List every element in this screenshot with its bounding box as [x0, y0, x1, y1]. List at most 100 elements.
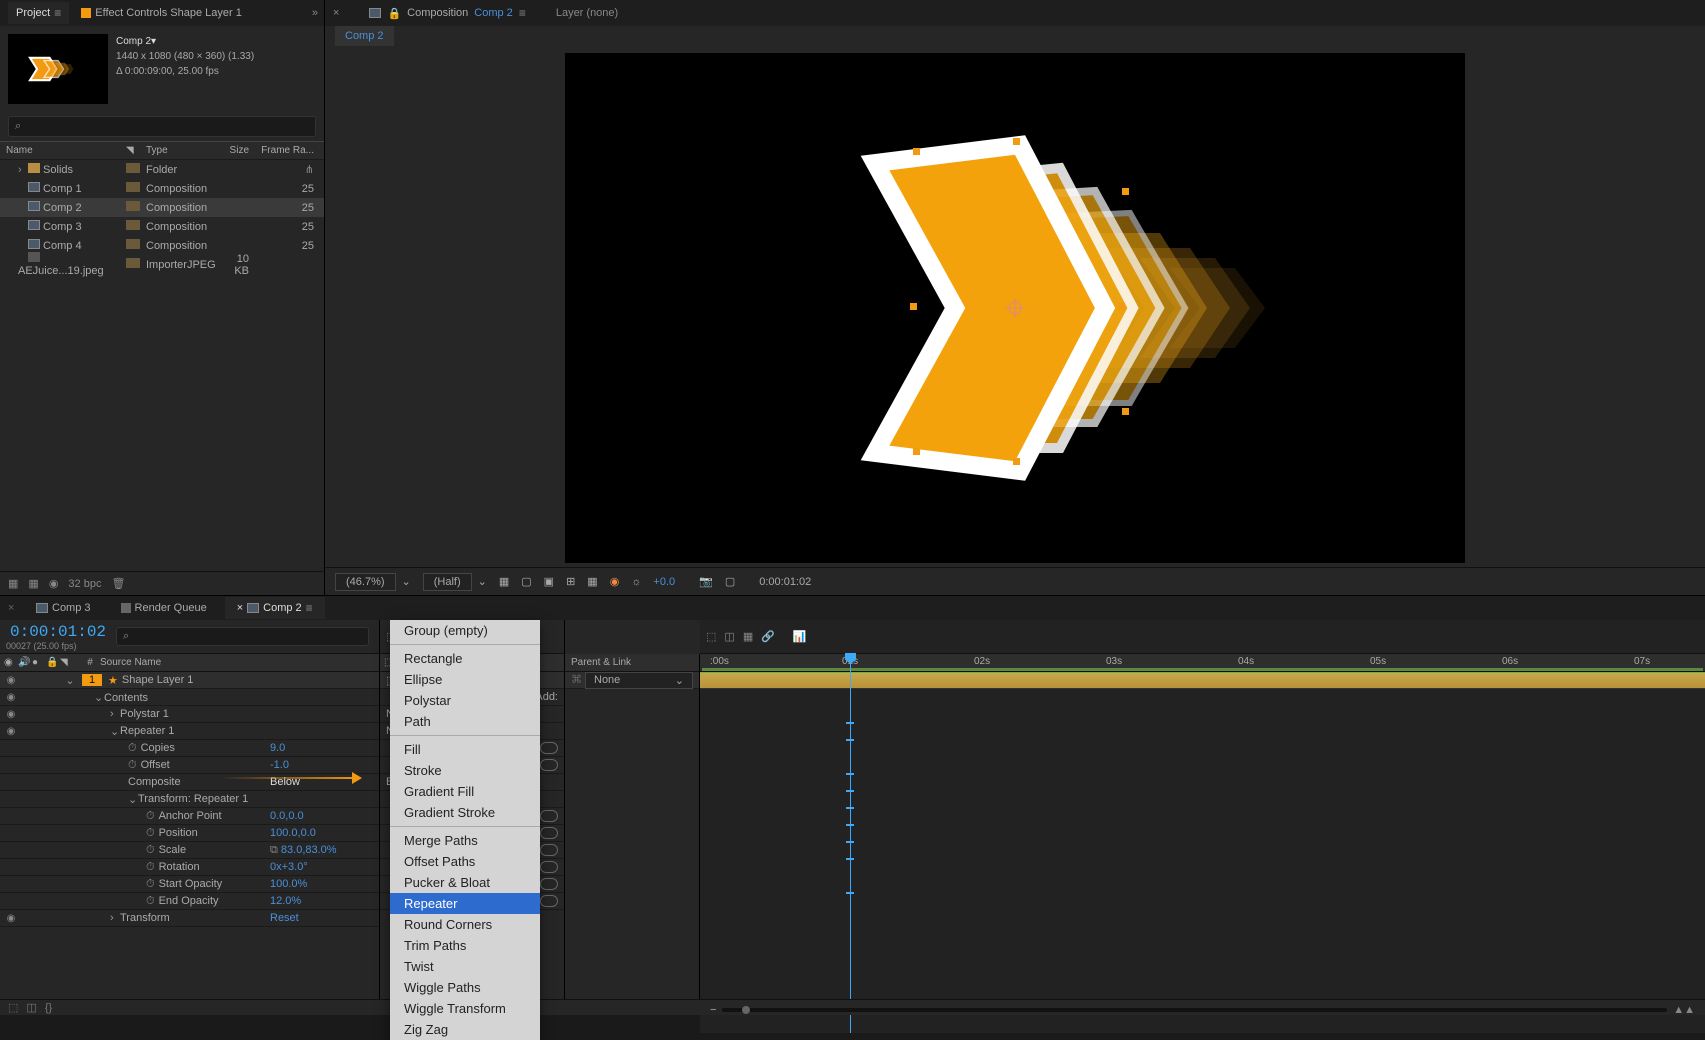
- property-row[interactable]: ⏱Scale⧉ 83.0,83.0%: [0, 842, 379, 859]
- menu-item-wiggle-transform[interactable]: Wiggle Transform: [390, 998, 540, 1019]
- property-row[interactable]: ⏱Anchor Point0.0,0.0: [0, 808, 379, 825]
- tab-effect-controls[interactable]: Effect Controls Shape Layer 1: [73, 3, 250, 23]
- interpret-footage-icon[interactable]: ▦: [8, 577, 18, 590]
- comp-button-icon[interactable]: ◫: [724, 630, 734, 643]
- composition-viewer[interactable]: [565, 53, 1465, 563]
- expression-pickwhip[interactable]: [540, 759, 558, 771]
- layer-twirl[interactable]: ⌄: [60, 674, 80, 687]
- property-row[interactable]: ⏱Rotation0x+3.0°: [0, 859, 379, 876]
- project-item[interactable]: Comp 1 Composition 25: [0, 179, 324, 198]
- property-row[interactable]: ⌄Transform: Repeater 1: [0, 791, 379, 808]
- expression-pickwhip[interactable]: [540, 827, 558, 839]
- selection-handle[interactable]: [1013, 138, 1020, 145]
- panel-menu-icon[interactable]: ≡: [54, 6, 61, 20]
- region-of-interest-icon[interactable]: ▣: [544, 575, 554, 588]
- comp-marker-icon[interactable]: ⬚: [706, 630, 716, 643]
- graph-editor-toggle[interactable]: 📊: [793, 630, 807, 643]
- property-row[interactable]: ◉›Polystar 1: [0, 706, 379, 723]
- pickwhip-icon[interactable]: ⌘: [571, 673, 585, 687]
- project-search-input[interactable]: ⌕: [8, 116, 316, 137]
- menu-item-gradient-stroke[interactable]: Gradient Stroke: [390, 802, 540, 823]
- selection-handle[interactable]: [913, 448, 920, 455]
- draft-3d-icon[interactable]: ▦: [743, 630, 753, 643]
- menu-item-rectangle[interactable]: Rectangle: [390, 648, 540, 669]
- current-timecode[interactable]: 0:00:01:02: [10, 623, 106, 641]
- menu-item-round-corners[interactable]: Round Corners: [390, 914, 540, 935]
- timeline-tab[interactable]: × Comp 2 ≡: [225, 597, 325, 619]
- property-row[interactable]: ⏱Start Opacity100.0%: [0, 876, 379, 893]
- toggle-mask-icon[interactable]: ▢: [521, 575, 531, 588]
- resolution-dropdown[interactable]: (Half): [423, 573, 472, 591]
- flowchart-tab[interactable]: Comp 2: [335, 26, 394, 46]
- channel-icon[interactable]: ▦: [587, 575, 597, 588]
- property-row[interactable]: ◉›TransformReset: [0, 910, 379, 927]
- visibility-toggle[interactable]: ◉: [4, 675, 18, 686]
- selection-handle[interactable]: [1122, 408, 1129, 415]
- expression-pickwhip[interactable]: [540, 742, 558, 754]
- layer-viewer-label[interactable]: Layer (none): [556, 7, 618, 19]
- menu-item-trim-paths[interactable]: Trim Paths: [390, 935, 540, 956]
- grid-icon[interactable]: ⊞: [566, 575, 575, 588]
- new-comp-icon[interactable]: ◉: [49, 577, 59, 590]
- bpc-toggle[interactable]: 32 bpc: [68, 578, 101, 590]
- timeline-tab[interactable]: Render Queue: [109, 597, 219, 619]
- property-row[interactable]: ⏱End Opacity12.0%: [0, 893, 379, 910]
- chevron-down-icon[interactable]: ⌄: [478, 575, 487, 588]
- expression-pickwhip[interactable]: [540, 895, 558, 907]
- layer-search-input[interactable]: ⌕: [116, 627, 369, 646]
- col-framerate-header[interactable]: Frame Ra...: [255, 142, 324, 159]
- menu-item-twist[interactable]: Twist: [390, 956, 540, 977]
- col-type-header[interactable]: Type: [140, 142, 215, 159]
- exposure-icon[interactable]: ☼: [631, 576, 641, 588]
- toggle-switches-icon[interactable]: ⬚: [8, 1001, 18, 1014]
- preview-time[interactable]: 0:00:01:02: [759, 576, 811, 588]
- contents-group[interactable]: Contents: [104, 692, 148, 704]
- toggle-transparency-icon[interactable]: ▦: [499, 575, 509, 588]
- expression-pickwhip[interactable]: [540, 861, 558, 873]
- show-snapshot-icon[interactable]: ▢: [725, 575, 735, 588]
- menu-item-pucker-bloat[interactable]: Pucker & Bloat: [390, 872, 540, 893]
- brackets-icon[interactable]: {}: [45, 1002, 52, 1014]
- exposure-value[interactable]: +0.0: [653, 576, 675, 588]
- zoom-dropdown[interactable]: (46.7%): [335, 573, 396, 591]
- menu-item-group-empty-[interactable]: Group (empty): [390, 620, 540, 641]
- snap-icon[interactable]: 🔗: [761, 630, 775, 643]
- toggle-modes-icon[interactable]: ◫: [26, 1001, 36, 1014]
- property-row[interactable]: ◉⌄Repeater 1: [0, 723, 379, 740]
- menu-item-merge-paths[interactable]: Merge Paths: [390, 830, 540, 851]
- menu-item-repeater[interactable]: Repeater: [390, 893, 540, 914]
- col-tag-header[interactable]: ◥: [120, 142, 140, 159]
- overflow-tabs-icon[interactable]: »: [312, 7, 316, 19]
- project-item[interactable]: AEJuice...19.jpeg ImporterJPEG 10 KB: [0, 255, 324, 274]
- trash-icon[interactable]: 🗑: [111, 577, 125, 590]
- selection-handle[interactable]: [910, 303, 917, 310]
- expression-pickwhip[interactable]: [540, 844, 558, 856]
- expression-pickwhip[interactable]: [540, 810, 558, 822]
- col-size-header[interactable]: Size: [215, 142, 255, 159]
- property-row[interactable]: ⏱Copies9.0: [0, 740, 379, 757]
- parent-col-header[interactable]: Parent & Link: [565, 654, 699, 672]
- composition-thumbnail[interactable]: [8, 34, 108, 104]
- timeline-tab[interactable]: Comp 3: [24, 597, 103, 619]
- menu-item-zig-zag[interactable]: Zig Zag: [390, 1019, 540, 1040]
- project-item[interactable]: Comp 3 Composition 25: [0, 217, 324, 236]
- menu-item-path[interactable]: Path: [390, 711, 540, 732]
- chevron-down-icon[interactable]: ⌄: [402, 575, 411, 588]
- layer-name[interactable]: Shape Layer 1: [122, 674, 194, 686]
- menu-item-fill[interactable]: Fill: [390, 739, 540, 760]
- tab-project[interactable]: Project≡: [8, 2, 69, 24]
- selection-handle[interactable]: [1118, 303, 1125, 310]
- snapshot-icon[interactable]: 📷: [699, 575, 713, 588]
- menu-item-ellipse[interactable]: Ellipse: [390, 669, 540, 690]
- project-item[interactable]: Comp 2 Composition 25: [0, 198, 324, 217]
- col-name-header[interactable]: Name: [0, 142, 120, 159]
- parent-dropdown[interactable]: None⌄: [585, 672, 693, 689]
- menu-item-stroke[interactable]: Stroke: [390, 760, 540, 781]
- menu-item-gradient-fill[interactable]: Gradient Fill: [390, 781, 540, 802]
- project-item[interactable]: › Solids Folder ⋔: [0, 160, 324, 179]
- color-mgmt-icon[interactable]: ◉: [610, 575, 620, 588]
- timeline-zoom-scrollbar[interactable]: −▲▲: [710, 1005, 1695, 1015]
- timeline-track-area[interactable]: ⬚ ◫ ▦ 🔗 📊 :00s01s02s03s04s05s06s07s: [700, 620, 1705, 999]
- menu-item-offset-paths[interactable]: Offset Paths: [390, 851, 540, 872]
- property-row[interactable]: ⏱Position100.0,0.0: [0, 825, 379, 842]
